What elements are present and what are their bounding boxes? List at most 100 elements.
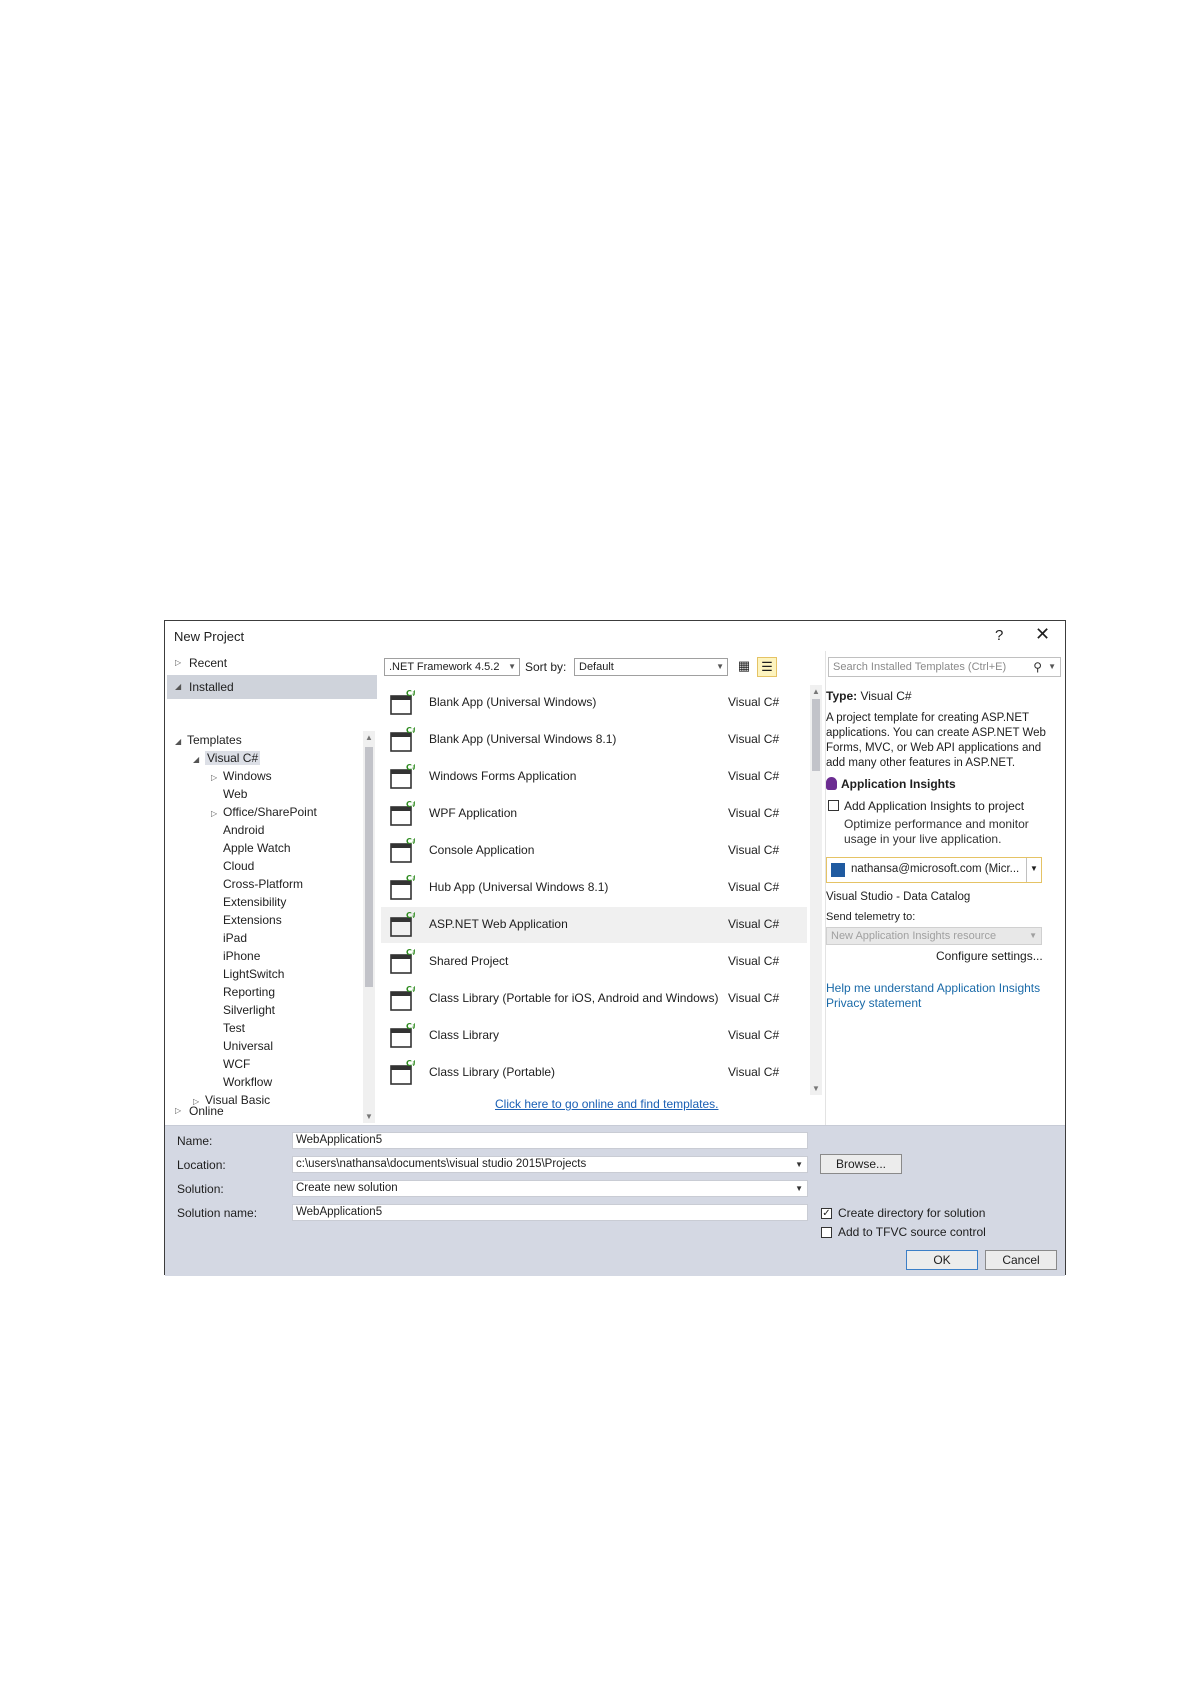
scroll-up-icon[interactable]: ▲ (362, 733, 376, 742)
dropdown-arrow-icon: ▼ (1029, 931, 1037, 940)
tree-scrollbar[interactable]: ▲ ▼ (363, 731, 375, 1123)
framework-select[interactable]: .NET Framework 4.5.2 ▼ (384, 658, 520, 676)
nav-installed[interactable]: ◢ Installed (167, 675, 377, 699)
tree-node-label: Reporting (223, 985, 276, 999)
template-list: C# Blank App (Universal Windows) Visual C#… (381, 685, 807, 1095)
nav-online[interactable]: ▷ Online (167, 1099, 377, 1123)
tree-node-label: Extensibility (223, 895, 287, 909)
tfvc-checkbox[interactable] (821, 1227, 832, 1238)
template-name: Windows Forms Application (429, 769, 577, 783)
tree-node-extensions[interactable]: Extensions (211, 911, 282, 929)
tree-scroll-thumb[interactable] (365, 747, 373, 987)
template-item[interactable]: C# WPF Application Visual C# (381, 796, 807, 832)
tree-node-office-sharepoint[interactable]: ▷ Office/SharePoint (211, 803, 317, 821)
tree-node-universal[interactable]: Universal (211, 1037, 273, 1055)
dropdown-arrow-icon[interactable]: ▼ (795, 1157, 803, 1172)
tree-node-android[interactable]: Android (211, 821, 264, 839)
class-library-icon: C# (390, 1023, 415, 1048)
search-input[interactable]: Search Installed Templates (Ctrl+E) ⚲ ▼ (828, 657, 1061, 677)
svg-text:C#: C# (406, 949, 415, 957)
template-item[interactable]: C# Blank App (Universal Windows) Visual C# (381, 685, 807, 721)
template-item[interactable]: C# Class Library (Portable for iOS, Andro… (381, 981, 807, 1017)
solution-name-input[interactable]: WebApplication5 (292, 1204, 808, 1221)
app-insights-title: Application Insights (841, 777, 956, 791)
template-item[interactable]: C# Windows Forms Application Visual C# (381, 759, 807, 795)
tree-node-workflow[interactable]: Workflow (211, 1073, 272, 1091)
list-view-icon[interactable]: ☰ (757, 657, 777, 677)
type-value: Visual C# (860, 689, 912, 703)
template-item[interactable]: C# Hub App (Universal Windows 8.1) Visual … (381, 870, 807, 906)
tree-node-label: iPhone (223, 949, 261, 963)
wpf-icon: C# (390, 801, 415, 826)
tree-node-test[interactable]: Test (211, 1019, 245, 1037)
app-insights-heading: Application Insights (826, 777, 956, 791)
account-selector[interactable]: nathansa@microsoft.com (Micr... ▼ (826, 857, 1042, 883)
send-telemetry-label: Send telemetry to: (826, 911, 916, 923)
list-scroll-thumb[interactable] (812, 699, 820, 771)
list-scrollbar[interactable]: ▲ ▼ (810, 685, 822, 1095)
tree-node-windows[interactable]: ▷ Windows (211, 767, 272, 785)
expand-arrow-icon[interactable]: ◢ (175, 733, 187, 751)
tree-node-wcf[interactable]: WCF (211, 1055, 250, 1073)
add-app-insights-checkbox[interactable] (828, 800, 839, 811)
privacy-statement-link[interactable]: Privacy statement (826, 996, 921, 1010)
nav-recent[interactable]: ▷ Recent (167, 651, 377, 675)
project-form: Name: WebApplication5 Location: c:\users… (165, 1125, 1065, 1276)
dropdown-arrow-icon[interactable]: ▼ (1026, 858, 1041, 882)
ok-button[interactable]: OK (906, 1250, 978, 1270)
tree-node-cloud[interactable]: Cloud (211, 857, 254, 875)
browse-button[interactable]: Browse... (820, 1154, 902, 1174)
scroll-down-icon[interactable]: ▼ (809, 1084, 823, 1093)
location-input[interactable]: c:\users\nathansa\documents\visual studi… (292, 1156, 808, 1173)
tree-node-silverlight[interactable]: Silverlight (211, 1001, 275, 1019)
tree-node-cross-platform[interactable]: Cross-Platform (211, 875, 303, 893)
help-app-insights-link[interactable]: Help me understand Application Insights (826, 981, 1040, 995)
expand-arrow-icon: ▷ (175, 1106, 182, 1115)
telemetry-resource-select[interactable]: New Application Insights resource ▼ (826, 927, 1042, 945)
tree-node-ipad[interactable]: iPad (211, 929, 247, 947)
template-item[interactable]: C# Class Library Visual C# (381, 1018, 807, 1054)
tree-node-extensibility[interactable]: Extensibility (211, 893, 286, 911)
tree-node-iphone[interactable]: iPhone (211, 947, 260, 965)
create-directory-checkbox[interactable]: ✓ (821, 1208, 832, 1219)
configure-settings-link[interactable]: Configure settings... (936, 949, 1043, 963)
template-item[interactable]: C# Console Application Visual C# (381, 833, 807, 869)
template-name: Class Library (429, 1028, 500, 1042)
template-language: Visual C# (728, 843, 780, 857)
template-item[interactable]: C# Class Library (Portable) Visual C# (381, 1055, 807, 1091)
small-icons-view-icon[interactable]: ▦ (734, 657, 754, 677)
dropdown-arrow-icon: ▼ (716, 662, 724, 671)
close-button[interactable]: ✕ (1035, 624, 1050, 645)
telemetry-resource-value: New Application Insights resource (831, 930, 997, 942)
help-button[interactable]: ? (995, 627, 1003, 644)
dropdown-arrow-icon[interactable]: ▼ (1048, 658, 1056, 676)
svg-text:C#: C# (406, 1023, 415, 1031)
template-name: ASP.NET Web Application (429, 917, 568, 931)
collapse-arrow-icon: ◢ (175, 682, 182, 691)
template-item[interactable]: C# Shared Project Visual C# (381, 944, 807, 980)
tree-node-label: Office/SharePoint (223, 805, 317, 819)
tree-node-templates[interactable]: ◢ Templates (175, 731, 242, 749)
tree-node-label: Silverlight (223, 1003, 276, 1017)
tree-node-lightswitch[interactable]: LightSwitch (211, 965, 284, 983)
scroll-up-icon[interactable]: ▲ (809, 687, 823, 696)
search-icon[interactable]: ⚲ (1033, 658, 1042, 676)
solution-select[interactable]: Create new solution ▼ (292, 1180, 808, 1197)
name-input[interactable]: WebApplication5 (292, 1132, 808, 1149)
tree-node-apple-watch[interactable]: Apple Watch (211, 839, 291, 857)
class-library-icon: C# (390, 986, 415, 1011)
online-templates-link[interactable]: Click here to go online and find templat… (495, 1097, 718, 1111)
tree-node-web[interactable]: Web (211, 785, 247, 803)
svg-text:C#: C# (406, 838, 415, 846)
cancel-button[interactable]: Cancel (985, 1250, 1057, 1270)
name-label: Name: (177, 1134, 213, 1148)
tree-node-label: Test (223, 1021, 246, 1035)
dropdown-arrow-icon[interactable]: ▼ (795, 1181, 803, 1196)
template-item[interactable]: C# Blank App (Universal Windows 8.1) Visua… (381, 722, 807, 758)
sort-select[interactable]: Default ▼ (574, 658, 728, 676)
tree-node-reporting[interactable]: Reporting (211, 983, 275, 1001)
template-name: Blank App (Universal Windows 8.1) (429, 732, 617, 746)
expand-arrow-icon[interactable]: ◢ (193, 751, 205, 769)
tree-node-visual-c[interactable]: ◢ Visual C# (193, 749, 261, 769)
template-item[interactable]: C# ASP.NET Web Application Visual C# (381, 907, 807, 943)
